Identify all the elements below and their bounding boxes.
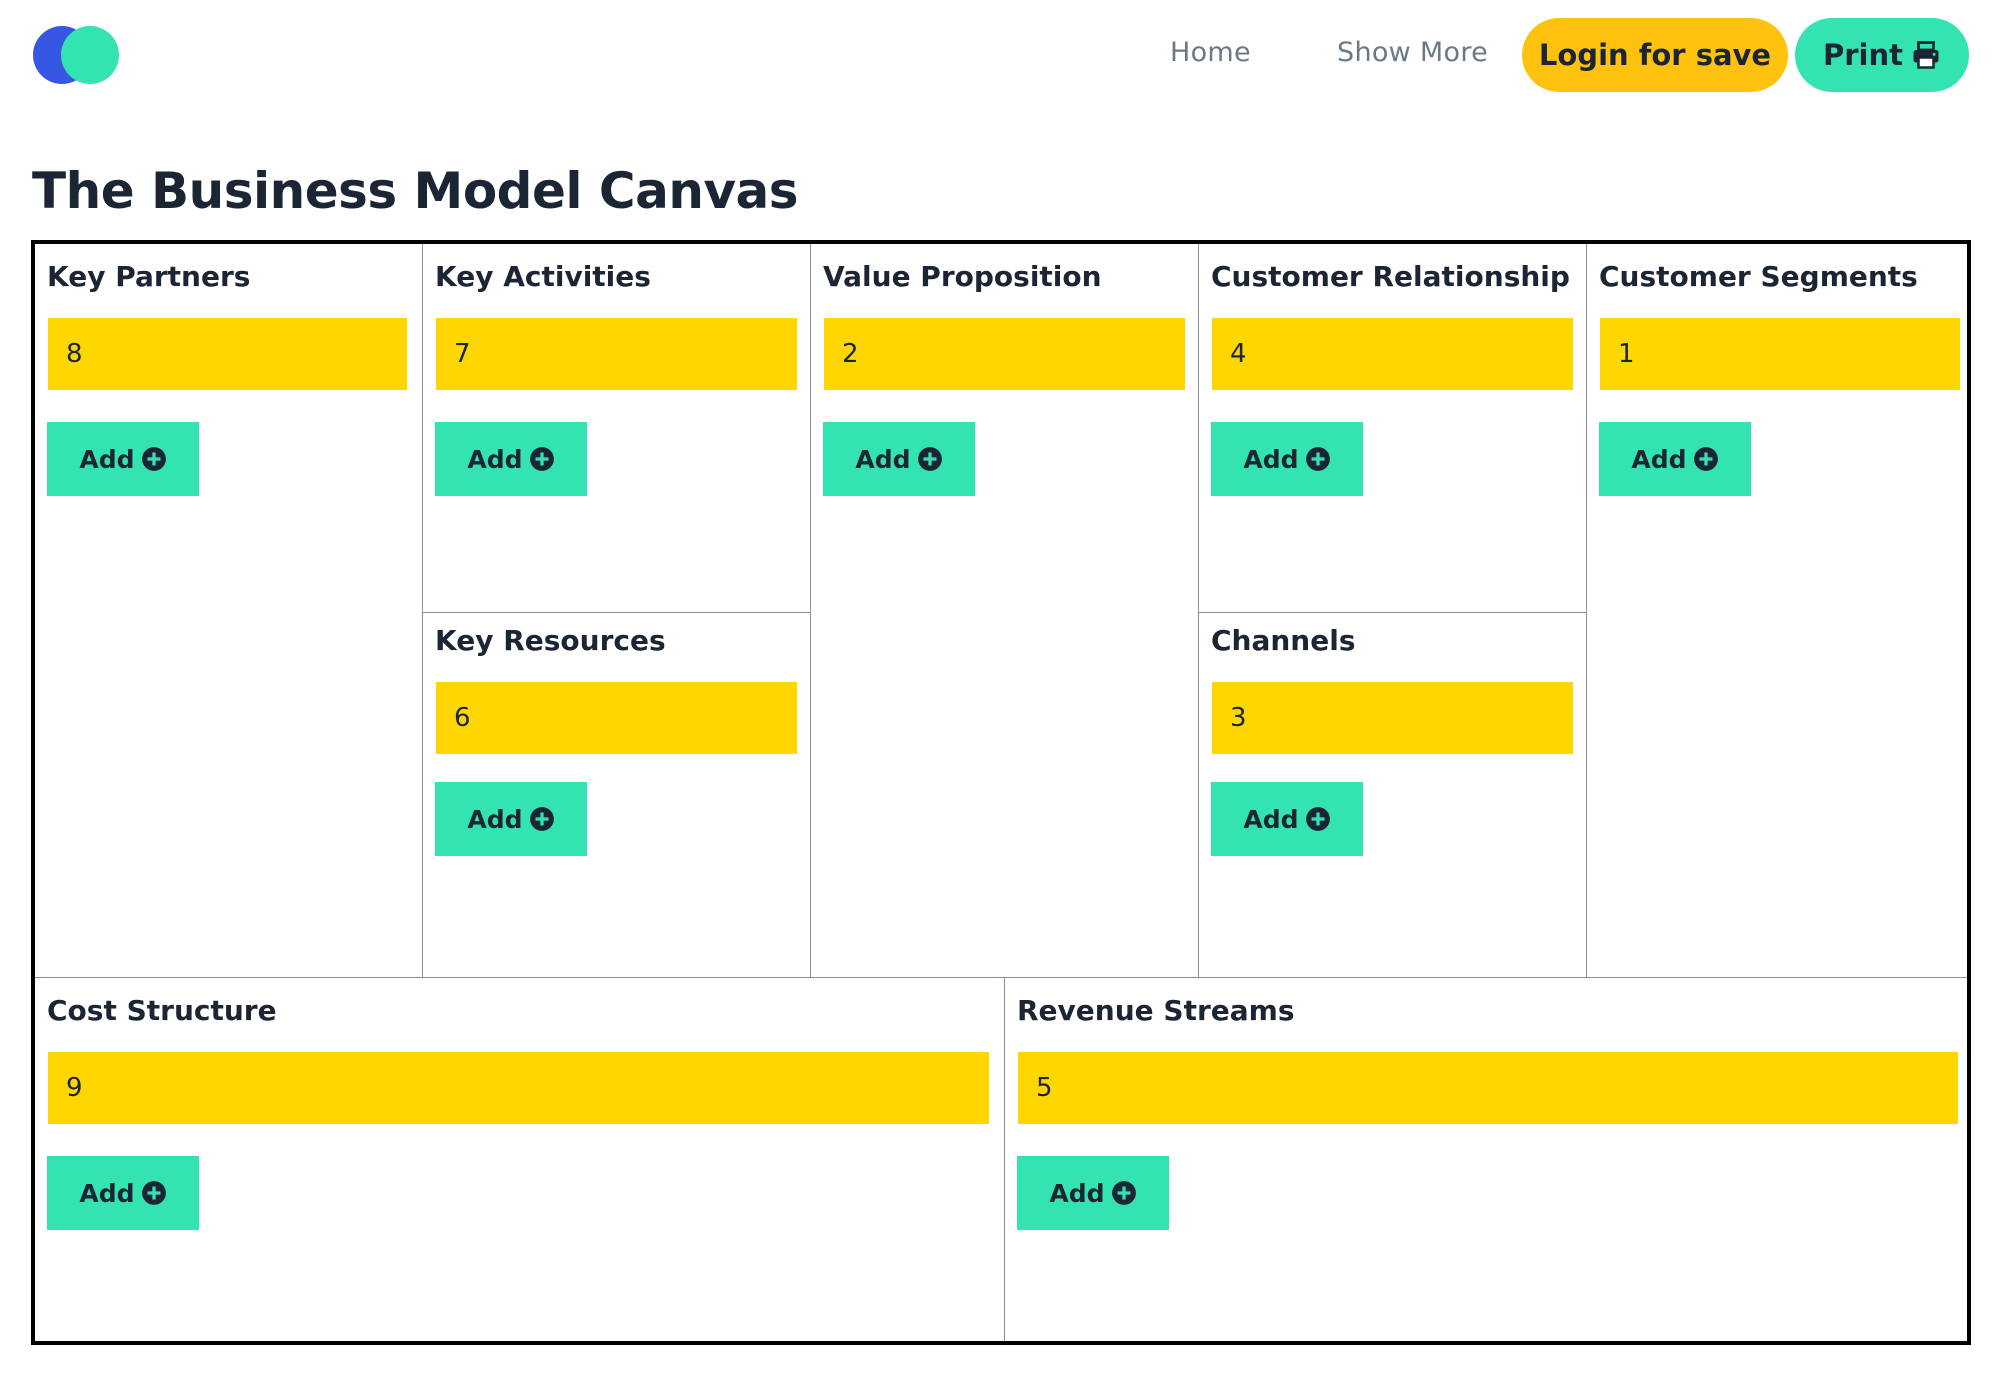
sticky-note[interactable]: 8 — [48, 318, 407, 390]
section-cost-structure: Cost Structure 9 Add — [35, 978, 1004, 1341]
add-key-partner-button[interactable]: Add — [47, 422, 199, 496]
sticky-note[interactable]: 9 — [48, 1052, 989, 1124]
sticky-note[interactable]: 1 — [1600, 318, 1960, 390]
sticky-note[interactable]: 5 — [1018, 1052, 1958, 1124]
add-button-label: Add — [1243, 444, 1299, 474]
plus-circle-icon — [529, 447, 554, 471]
app-logo[interactable] — [33, 26, 123, 86]
section-title: Key Activities — [435, 260, 651, 293]
section-title: Revenue Streams — [1017, 994, 1295, 1027]
plus-circle-icon — [141, 1181, 166, 1205]
plus-circle-icon — [917, 447, 942, 471]
add-button-label: Add — [1631, 444, 1687, 474]
print-button-label: Print — [1822, 38, 1903, 72]
add-customer-segment-button[interactable]: Add — [1599, 422, 1751, 496]
section-channels: Channels 3 Add — [1199, 608, 1586, 977]
plus-circle-icon — [1111, 1181, 1136, 1205]
section-title: Cost Structure — [47, 994, 277, 1027]
section-title: Key Partners — [47, 260, 251, 293]
logo-green-circle — [61, 26, 119, 84]
add-button-label: Add — [79, 444, 135, 474]
plus-circle-icon — [529, 807, 554, 831]
plus-circle-icon — [1305, 807, 1330, 831]
add-button-label: Add — [1049, 1178, 1105, 1208]
plus-circle-icon — [1305, 447, 1330, 471]
login-for-save-button[interactable]: Login for save — [1522, 18, 1788, 92]
section-value-proposition: Value Proposition 2 Add — [811, 244, 1198, 977]
section-title: Customer Relationship — [1211, 260, 1570, 293]
page-title: The Business Model Canvas — [32, 162, 799, 220]
nav-show-more-link[interactable]: Show More — [1337, 37, 1488, 68]
section-key-partners: Key Partners 8 Add — [35, 244, 422, 977]
business-model-canvas: Key Partners 8 Add Key Activities 7 Add … — [31, 240, 1971, 1345]
add-key-activity-button[interactable]: Add — [435, 422, 587, 496]
sticky-note[interactable]: 6 — [436, 682, 797, 754]
add-customer-relationship-button[interactable]: Add — [1211, 422, 1363, 496]
printer-icon — [1913, 41, 1939, 69]
add-button-label: Add — [467, 444, 523, 474]
section-title: Customer Segments — [1599, 260, 1918, 293]
add-button-label: Add — [79, 1178, 135, 1208]
section-title: Value Proposition — [823, 260, 1102, 293]
section-customer-relationship: Customer Relationship 4 Add — [1199, 244, 1586, 612]
add-revenue-stream-button[interactable]: Add — [1017, 1156, 1169, 1230]
add-channel-button[interactable]: Add — [1211, 782, 1363, 856]
section-title: Channels — [1211, 624, 1356, 657]
add-cost-button[interactable]: Add — [47, 1156, 199, 1230]
add-button-label: Add — [1243, 804, 1299, 834]
sticky-note[interactable]: 4 — [1212, 318, 1573, 390]
sticky-note[interactable]: 7 — [436, 318, 797, 390]
section-key-activities: Key Activities 7 Add — [423, 244, 810, 612]
sticky-note[interactable]: 3 — [1212, 682, 1573, 754]
plus-circle-icon — [141, 447, 166, 471]
plus-circle-icon — [1693, 447, 1718, 471]
section-title: Key Resources — [435, 624, 666, 657]
section-customer-segments: Customer Segments 1 Add — [1587, 244, 1967, 977]
add-key-resource-button[interactable]: Add — [435, 782, 587, 856]
add-button-label: Add — [467, 804, 523, 834]
add-value-proposition-button[interactable]: Add — [823, 422, 975, 496]
section-key-resources: Key Resources 6 Add — [423, 608, 810, 977]
add-button-label: Add — [855, 444, 911, 474]
section-revenue-streams: Revenue Streams 5 Add — [1005, 978, 1967, 1341]
login-button-label: Login for save — [1538, 38, 1772, 72]
print-button[interactable]: Print — [1795, 18, 1969, 92]
sticky-note[interactable]: 2 — [824, 318, 1185, 390]
nav-home-link[interactable]: Home — [1170, 37, 1251, 68]
